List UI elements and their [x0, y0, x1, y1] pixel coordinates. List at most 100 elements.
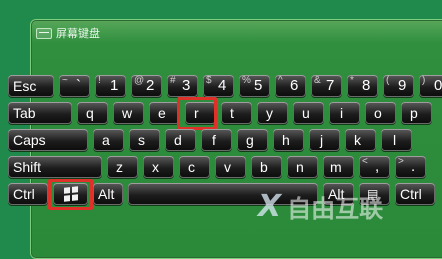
key-q[interactable]: q — [77, 102, 108, 124]
key-b[interactable]: b — [251, 156, 282, 178]
key-8[interactable]: * 8 — [347, 75, 378, 97]
key-g[interactable]: g — [237, 129, 268, 151]
key-label: c — [188, 159, 195, 175]
key-main: 0 — [434, 77, 442, 94]
key-sup: < — [362, 156, 368, 167]
key-label: x — [152, 159, 159, 175]
key-sup: > — [398, 156, 404, 167]
key-label: d — [174, 132, 182, 148]
key-main: 3 — [182, 77, 191, 94]
key-label: Ctrl — [13, 186, 35, 202]
key-sup: ~ — [62, 75, 68, 86]
key-2[interactable]: @2 — [131, 75, 162, 97]
watermark: X 自由互联 — [258, 186, 442, 226]
highlight-r-key — [177, 97, 217, 130]
watermark-logo: X — [258, 188, 282, 224]
key-label: h — [282, 132, 290, 148]
key-sup: $ — [206, 75, 212, 86]
key-label: s — [138, 132, 145, 148]
key-h[interactable]: h — [273, 129, 304, 151]
key-3[interactable]: #3 — [167, 75, 198, 97]
key-main: 7 — [326, 77, 335, 94]
key-comma[interactable]: <, — [359, 156, 390, 178]
key-label: Esc — [13, 78, 37, 94]
key-d[interactable]: d — [165, 129, 196, 151]
key-o[interactable]: o — [365, 102, 396, 124]
key-6[interactable]: ^ 6 — [275, 75, 306, 97]
key-label: Tab — [13, 105, 36, 121]
key-main: 8 — [362, 77, 371, 94]
key-label: k — [354, 132, 361, 148]
key-a[interactable]: a — [93, 129, 124, 151]
key-label: Shift — [13, 159, 42, 175]
key-9[interactable]: (9 — [383, 75, 414, 97]
key-5[interactable]: % 5 — [239, 75, 270, 97]
key-label: w — [122, 105, 133, 121]
key-7[interactable]: & 7 — [311, 75, 342, 97]
key-label: v — [224, 159, 231, 175]
key-label: p — [410, 105, 418, 121]
key-x[interactable]: x — [143, 156, 174, 178]
window-title: 屏幕键盘 — [56, 27, 100, 40]
key-sup: * — [350, 75, 354, 86]
key-main: ` — [76, 77, 81, 94]
key-label: Alt — [98, 186, 115, 202]
key-l[interactable]: l — [381, 129, 412, 151]
key-sup: % — [242, 75, 251, 86]
key-label: z — [116, 159, 123, 175]
key-j[interactable]: j — [309, 129, 340, 151]
key-period[interactable]: >. — [395, 156, 426, 178]
key-backtick[interactable]: ~ ` — [59, 75, 90, 97]
key-caps[interactable]: Caps — [8, 129, 88, 151]
key-label: f — [212, 132, 216, 148]
key-label: i — [340, 105, 344, 121]
keyboard-icon — [36, 27, 52, 39]
key-label: a — [102, 132, 110, 148]
key-alt-left[interactable]: Alt — [93, 183, 123, 205]
key-n[interactable]: n — [287, 156, 318, 178]
key-label: q — [86, 105, 94, 121]
key-label: l — [393, 132, 397, 148]
key-y[interactable]: y — [257, 102, 288, 124]
key-f[interactable]: f — [201, 129, 232, 151]
key-main: 5 — [254, 77, 263, 94]
key-label: y — [266, 105, 273, 121]
key-sup: # — [170, 75, 176, 86]
key-v[interactable]: v — [215, 156, 246, 178]
key-p[interactable]: p — [401, 102, 432, 124]
key-label: n — [296, 159, 304, 175]
watermark-text: 自由互联 — [287, 194, 384, 223]
key-main: 1 — [110, 77, 119, 94]
key-c[interactable]: c — [179, 156, 210, 178]
key-label: o — [374, 105, 382, 121]
key-s[interactable]: s — [129, 129, 160, 151]
key-label: m — [330, 159, 342, 175]
key-sup: ^ — [278, 75, 283, 86]
key-label: Caps — [13, 132, 46, 148]
key-0[interactable]: ) 0 — [419, 75, 442, 97]
key-t[interactable]: t — [221, 102, 252, 124]
key-sup: ! — [98, 75, 101, 86]
key-main: 2 — [146, 77, 155, 94]
highlight-windows-key — [48, 179, 93, 210]
key-tab[interactable]: Tab — [8, 102, 72, 124]
key-sup: & — [314, 75, 321, 86]
title-bar: 屏幕键盘 — [36, 25, 236, 41]
key-ctrl-left[interactable]: Ctrl — [8, 183, 48, 205]
key-m[interactable]: m — [323, 156, 354, 178]
key-sup: ( — [386, 75, 390, 86]
key-main: , — [375, 158, 380, 175]
key-k[interactable]: k — [345, 129, 376, 151]
key-e[interactable]: e — [149, 102, 180, 124]
key-main: 4 — [218, 77, 227, 94]
key-shift[interactable]: Shift — [8, 156, 102, 178]
key-label: t — [230, 105, 234, 121]
key-u[interactable]: u — [293, 102, 324, 124]
key-i[interactable]: i — [329, 102, 360, 124]
key-sup: ) — [422, 75, 426, 86]
key-w[interactable]: w — [113, 102, 144, 124]
key-1[interactable]: ! 1 — [95, 75, 126, 97]
key-esc[interactable]: Esc — [8, 75, 54, 97]
key-z[interactable]: z — [107, 156, 138, 178]
key-4[interactable]: $4 — [203, 75, 234, 97]
